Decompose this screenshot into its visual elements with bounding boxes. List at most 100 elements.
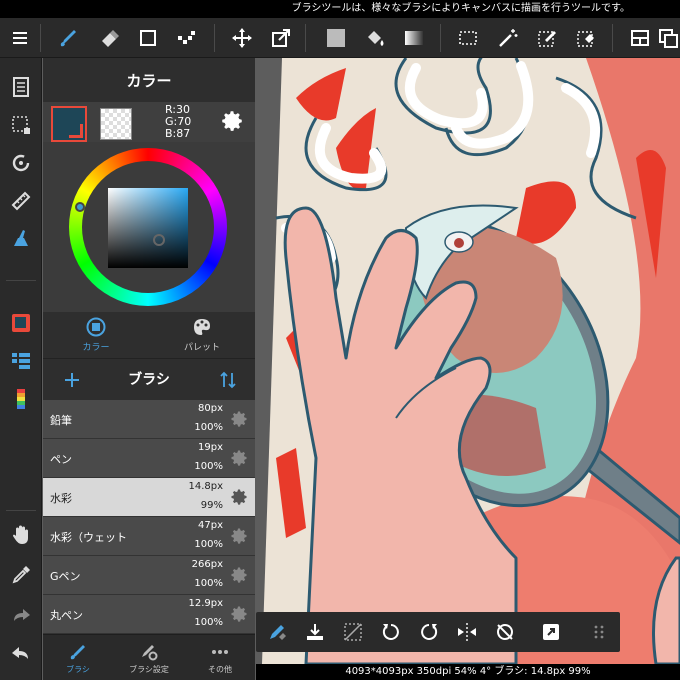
- panel-bottom-tabs: ブラシ ブラシ設定 その他: [43, 634, 255, 680]
- brush-panel-header: ブラシ: [43, 358, 255, 400]
- canvas-info-bar: 4093*4093px 350dpi 54% 4° ブラシ: 14.8px 99…: [256, 664, 680, 680]
- color-wheel-area: [43, 142, 255, 312]
- more-icon: [212, 649, 228, 654]
- brush-row[interactable]: Gペン 266px 100%: [43, 556, 255, 595]
- download-icon[interactable]: [296, 612, 334, 652]
- rotate-right-icon[interactable]: [410, 612, 448, 652]
- ruler-icon[interactable]: [0, 182, 42, 220]
- tab-brush-label: ブラシ: [66, 664, 90, 674]
- brush-settings-gear-icon[interactable]: [229, 409, 249, 429]
- add-brush-icon[interactable]: [61, 369, 83, 391]
- brush-opacity: 100%: [194, 539, 223, 550]
- hue-cursor[interactable]: [75, 202, 85, 212]
- sv-cursor[interactable]: [153, 234, 165, 246]
- rotate-left-icon[interactable]: [372, 612, 410, 652]
- side-panel: カラー R:30 G:70 B:87 カラー パレット ブラシ 鉛筆 80px …: [43, 58, 255, 680]
- main-color-swatch[interactable]: [51, 106, 87, 142]
- rgb-blue: B:87: [165, 127, 191, 140]
- select-pen-icon[interactable]: [529, 18, 565, 58]
- brush-size: 80px: [198, 403, 223, 414]
- sort-brush-icon[interactable]: [217, 369, 239, 391]
- tab-other[interactable]: その他: [185, 635, 255, 680]
- brush-settings-gear-icon[interactable]: [229, 448, 249, 468]
- tab-color-label: カラー: [82, 343, 110, 353]
- tab-color[interactable]: カラー: [43, 312, 149, 358]
- canvas-area[interactable]: [256, 58, 680, 664]
- grid-menu-icon[interactable]: [580, 612, 618, 652]
- magic-wand-icon[interactable]: [490, 18, 526, 58]
- hand-icon[interactable]: [0, 516, 42, 554]
- undo-icon[interactable]: [0, 634, 42, 672]
- brush-settings-gear-icon[interactable]: [229, 526, 249, 546]
- brush-row[interactable]: 水彩 14.8px 99%: [43, 478, 255, 517]
- color-panel-icon[interactable]: [0, 304, 42, 342]
- expand-icon[interactable]: [532, 612, 570, 652]
- brush-size: 19px: [198, 442, 223, 453]
- select-eraser-icon[interactable]: [568, 18, 604, 58]
- brush-size: 47px: [198, 520, 223, 531]
- eyedropper-icon[interactable]: [0, 556, 42, 594]
- brush-tool-icon[interactable]: [50, 18, 86, 58]
- app: ブラシツールは、様々なブラシによりキャンバスに描画を行うツールです。 カラー R…: [0, 0, 680, 680]
- brush-name: 水彩: [50, 492, 72, 505]
- toolbar-divider: [612, 24, 613, 52]
- canvas-quick-toolbar: [256, 612, 620, 652]
- layers-icon[interactable]: [650, 18, 680, 58]
- brush-list: 鉛筆 80px 100% ペン 19px 100% 水彩 14.8px 99% 水彩（ウェット 47…: [43, 400, 255, 634]
- shape-tool-icon[interactable]: [130, 18, 166, 58]
- eraser-tool-icon[interactable]: [92, 18, 128, 58]
- brush-size: 14.8px: [188, 481, 223, 492]
- flip-horizontal-icon[interactable]: [448, 612, 486, 652]
- brush-name: 水彩（ウェット: [50, 531, 127, 544]
- fill-color-icon[interactable]: [318, 18, 354, 58]
- menu-icon[interactable]: [2, 18, 38, 58]
- move-tool-icon[interactable]: [224, 18, 260, 58]
- gradient-tool-icon[interactable]: [396, 18, 432, 58]
- tab-palette[interactable]: パレット: [149, 312, 255, 358]
- brush-name: ペン: [50, 453, 72, 466]
- brush-settings-gear-icon[interactable]: [229, 604, 249, 624]
- brush-row[interactable]: 水彩（ウェット 47px 100%: [43, 517, 255, 556]
- color-panel-title: カラー: [43, 58, 255, 102]
- select-tool-icon[interactable]: [450, 18, 486, 58]
- left-tool-rail: [0, 58, 42, 680]
- dot-tool-icon[interactable]: [168, 18, 204, 58]
- color-swatch-row: R:30 G:70 B:87: [43, 102, 255, 142]
- selection-icon[interactable]: [0, 106, 42, 144]
- brush-settings-gear-icon[interactable]: [229, 487, 249, 507]
- brush-eraser-toggle-icon[interactable]: [258, 612, 296, 652]
- brush-row[interactable]: 鉛筆 80px 100%: [43, 400, 255, 439]
- rgb-readout: R:30 G:70 B:87: [165, 104, 191, 140]
- brush-size: 266px: [191, 559, 223, 570]
- rail-divider: [6, 510, 36, 511]
- brush-opacity: 100%: [194, 422, 223, 433]
- layer-list-icon[interactable]: [0, 342, 42, 380]
- status-message: ブラシツールは、様々なブラシによりキャンバスに描画を行うツールです。: [0, 0, 680, 18]
- brush-name: 丸ペン: [50, 609, 83, 622]
- sub-color-swatch[interactable]: [100, 108, 132, 140]
- toolbar-divider: [305, 24, 306, 52]
- saturation-value-square[interactable]: [108, 188, 188, 268]
- color-circle-icon: [86, 317, 106, 337]
- palette-strip-icon[interactable]: [0, 380, 42, 418]
- pages-icon[interactable]: [0, 68, 42, 106]
- brush-settings-gear-icon[interactable]: [229, 565, 249, 585]
- clear-selection-icon[interactable]: [334, 612, 372, 652]
- brush-settings-icon: [142, 644, 158, 660]
- brush-opacity: 100%: [194, 617, 223, 628]
- rotate-icon[interactable]: [0, 144, 42, 182]
- bucket-tool-icon[interactable]: [357, 18, 393, 58]
- tab-brush-settings[interactable]: ブラシ設定: [114, 635, 184, 680]
- color-settings-gear-icon[interactable]: [219, 108, 245, 134]
- transform-tool-icon[interactable]: [263, 18, 299, 58]
- brush-row[interactable]: ペン 19px 100%: [43, 439, 255, 478]
- rail-divider: [6, 280, 36, 281]
- redo-icon[interactable]: [0, 596, 42, 634]
- brush-name: 鉛筆: [50, 414, 72, 427]
- tab-brush[interactable]: ブラシ: [43, 635, 113, 680]
- brush-row[interactable]: 丸ペン 12.9px 100%: [43, 595, 255, 634]
- canvas-artwork[interactable]: [256, 58, 680, 664]
- tab-brush-settings-label: ブラシ設定: [129, 664, 169, 674]
- reset-rotation-icon[interactable]: [486, 612, 524, 652]
- filter-brush-icon[interactable]: [0, 220, 42, 258]
